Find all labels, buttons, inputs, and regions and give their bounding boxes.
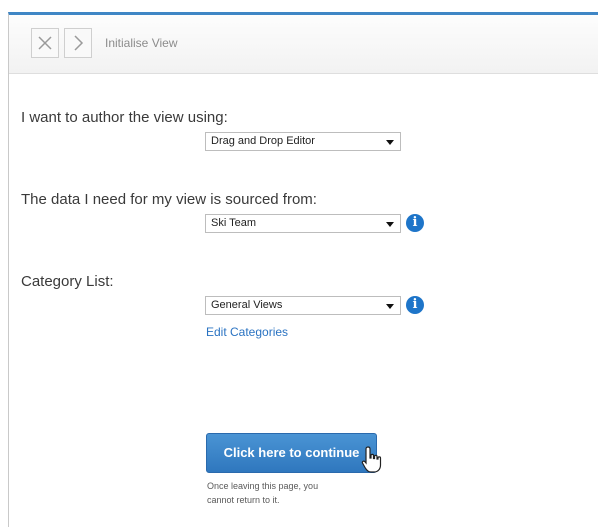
source-label: The data I need for my view is sourced f… [21, 191, 317, 208]
source-info-icon[interactable]: i [406, 214, 424, 232]
dropdown-arrow-icon [386, 140, 394, 145]
source-select[interactable]: Ski Team [205, 214, 401, 233]
category-label: Category List: [21, 273, 114, 290]
edit-categories-link[interactable]: Edit Categories [206, 325, 288, 339]
author-select-value: Drag and Drop Editor [211, 135, 315, 147]
continue-button[interactable]: Click here to continue [206, 433, 377, 473]
source-select-value: Ski Team [211, 217, 257, 229]
author-label: I want to author the view using: [21, 109, 228, 126]
dropdown-arrow-icon [386, 222, 394, 227]
category-info-icon[interactable]: i [406, 296, 424, 314]
dialog-frame: Initialise View I want to author the vie… [8, 12, 598, 527]
close-icon [38, 36, 52, 50]
next-button[interactable] [64, 28, 92, 58]
chevron-right-icon [74, 35, 84, 51]
leave-page-note: Once leaving this page, you cannot retur… [207, 481, 319, 505]
category-select[interactable]: General Views [205, 296, 401, 315]
dialog-title: Initialise View [105, 36, 178, 50]
close-button[interactable] [31, 28, 59, 58]
author-select[interactable]: Drag and Drop Editor [205, 132, 401, 151]
dropdown-arrow-icon [386, 304, 394, 309]
hand-cursor-icon [361, 446, 382, 473]
dialog-header: Initialise View [9, 15, 598, 74]
category-select-value: General Views [211, 299, 283, 311]
